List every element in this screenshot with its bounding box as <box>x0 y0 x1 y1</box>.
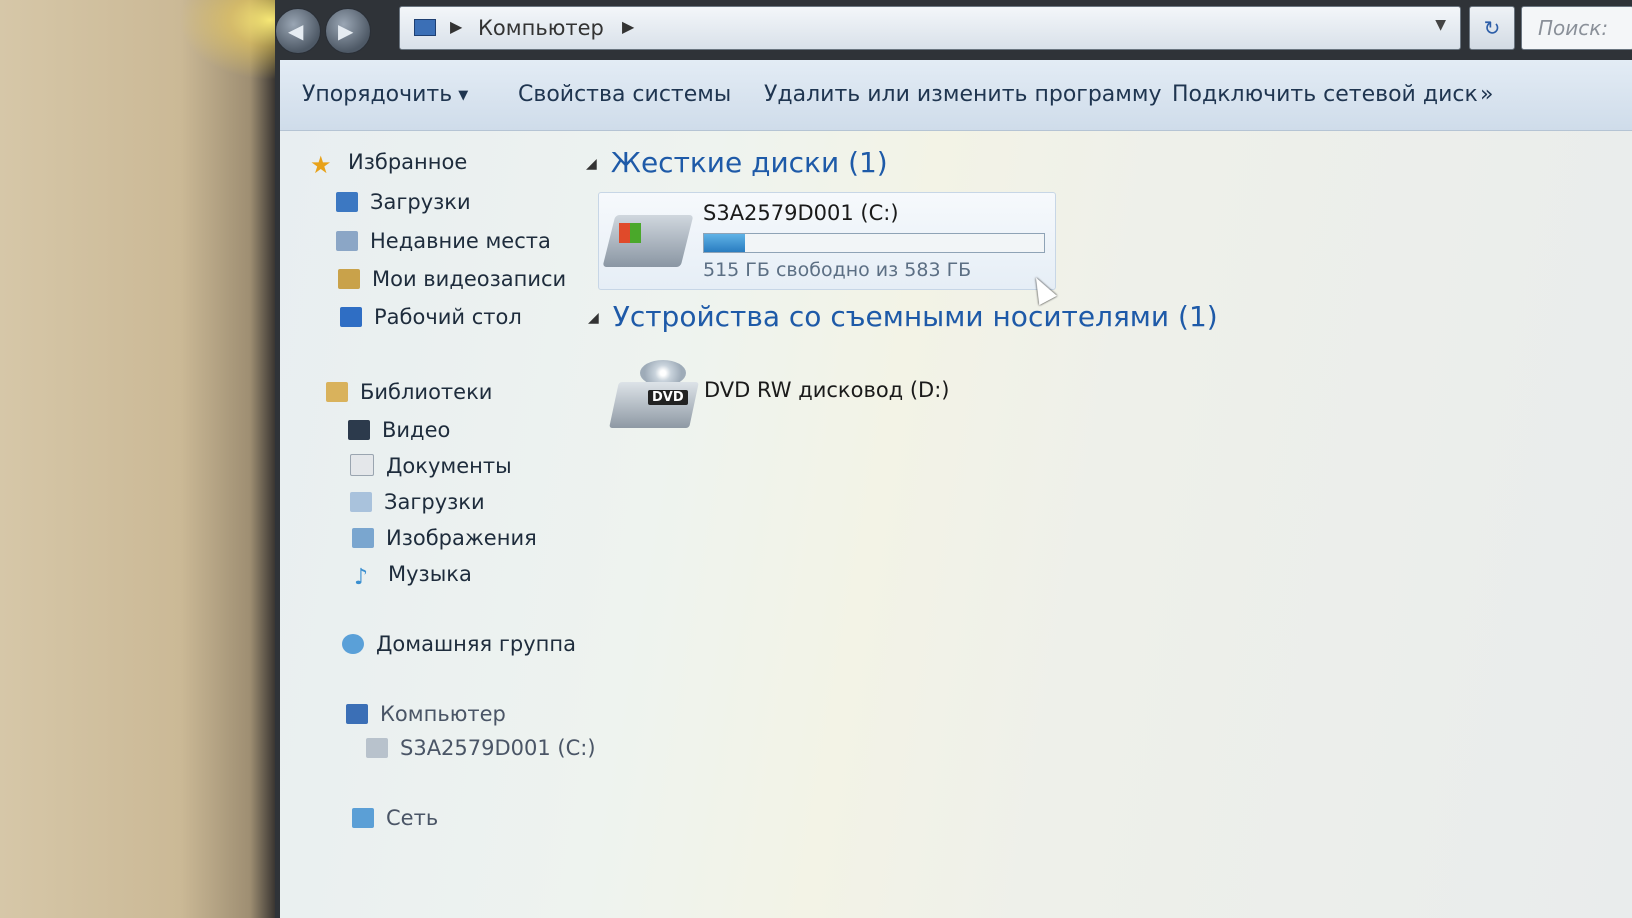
star-icon: ★ <box>310 151 332 179</box>
map-network-drive-button[interactable]: Подключить сетевой диск <box>1172 82 1478 107</box>
group-title: Жесткие диски (1) <box>610 146 888 179</box>
nav-lib-music[interactable]: ♪ Музыка <box>354 562 472 590</box>
video-library-icon <box>348 420 370 440</box>
images-icon <box>352 528 374 548</box>
navigation-pane: ★ Избранное Загрузки Недавние места Мои в… <box>280 130 596 918</box>
nav-label: Избранное <box>348 150 468 174</box>
nav-label: Изображения <box>386 526 537 550</box>
desktop-icon <box>340 307 362 327</box>
nav-label: Видео <box>382 418 451 442</box>
collapse-triangle-icon[interactable]: ◢ <box>586 156 597 172</box>
nav-computer[interactable]: Компьютер <box>346 702 506 726</box>
refresh-icon: ↻ <box>1483 16 1501 40</box>
forward-arrow-icon: ▶ <box>338 19 354 43</box>
nav-lib-video[interactable]: Видео <box>348 418 450 442</box>
nav-label: S3A2579D001 (C:) <box>400 736 596 760</box>
nav-drive-c[interactable]: S3A2579D001 (C:) <box>366 736 596 760</box>
drive-c-usage-bar <box>703 233 1045 253</box>
downloads-folder-icon <box>336 192 358 212</box>
breadcrumb-computer[interactable]: Компьютер <box>478 16 604 40</box>
videos-folder-icon <box>338 269 360 289</box>
nav-homegroup[interactable]: Домашняя группа <box>342 632 576 656</box>
drive-c-tile[interactable]: S3A2579D001 (C:) 515 ГБ свободно из 583 … <box>598 192 1056 290</box>
windows-logo-icon <box>618 223 641 243</box>
downloads-library-icon <box>350 492 372 512</box>
nav-downloads[interactable]: Загрузки <box>336 190 471 214</box>
search-box[interactable]: Поиск: <box>1521 6 1632 50</box>
nav-label: Сеть <box>386 806 439 830</box>
drive-c-usage-fill <box>704 234 745 252</box>
back-arrow-icon: ◀ <box>288 19 304 43</box>
nav-label: Загрузки <box>384 490 485 514</box>
more-commands-button[interactable]: » <box>1480 82 1493 107</box>
system-properties-button[interactable]: Свойства системы <box>518 82 731 107</box>
dvd-tray-icon <box>609 382 699 428</box>
address-bar[interactable]: ▶ Компьютер ▶ ▼ <box>399 6 1461 50</box>
drive-c-name: S3A2579D001 (C:) <box>703 201 899 225</box>
nav-favorites[interactable]: ★ Избранное <box>310 150 468 179</box>
chevron-down-icon: ▼ <box>458 87 469 103</box>
nav-label: Документы <box>386 454 512 478</box>
refresh-button[interactable]: ↻ <box>1469 6 1515 50</box>
breadcrumb-chevron-icon[interactable]: ▶ <box>622 17 634 36</box>
dvd-drive-icon[interactable]: DVD <box>609 360 699 430</box>
music-note-icon: ♪ <box>354 565 369 590</box>
computer-icon <box>346 704 368 724</box>
drive-c-free-space: 515 ГБ свободно из 583 ГБ <box>703 259 972 281</box>
nav-label: Компьютер <box>380 702 506 726</box>
breadcrumb-chevron-icon[interactable]: ▶ <box>450 17 462 36</box>
computer-icon <box>414 19 436 36</box>
nav-network[interactable]: Сеть <box>352 806 438 830</box>
windows-drive-icon <box>602 215 694 267</box>
nav-recent-places[interactable]: Недавние места <box>336 229 551 253</box>
uninstall-program-button[interactable]: Удалить или изменить программу <box>764 82 1162 107</box>
nav-label: Музыка <box>388 562 472 586</box>
dvd-drive-name[interactable]: DVD RW дисковод (D:) <box>704 378 950 402</box>
network-icon <box>352 808 374 828</box>
documents-icon <box>350 454 374 476</box>
group-removable[interactable]: ◢ Устройства со съемными носителями (1) <box>588 300 1218 333</box>
hard-drive-icon <box>366 738 388 758</box>
nav-label: Недавние места <box>370 229 551 253</box>
group-title: Устройства со съемными носителями (1) <box>612 300 1218 333</box>
organize-button[interactable]: Упорядочить ▼ <box>302 82 468 107</box>
command-bar: Упорядочить ▼ Свойства системы Удалить ил… <box>280 60 1632 131</box>
nav-my-videos[interactable]: Мои видеозаписи <box>338 267 566 291</box>
forward-button[interactable]: ▶ <box>325 8 371 54</box>
nav-lib-images[interactable]: Изображения <box>352 526 537 550</box>
back-button[interactable]: ◀ <box>275 8 321 54</box>
recent-places-icon <box>336 231 358 251</box>
nav-label: Мои видеозаписи <box>372 267 567 291</box>
libraries-icon <box>326 382 348 402</box>
nav-lib-documents[interactable]: Документы <box>350 454 512 478</box>
search-placeholder: Поиск: <box>1538 16 1609 40</box>
group-hard-disks[interactable]: ◢ Жесткие диски (1) <box>586 146 888 179</box>
organize-label: Упорядочить <box>302 82 453 107</box>
nav-lib-downloads[interactable]: Загрузки <box>350 490 485 514</box>
nav-label: Загрузки <box>370 190 471 214</box>
nav-libraries[interactable]: Библиотеки <box>326 380 492 404</box>
nav-label: Рабочий стол <box>374 305 522 329</box>
nav-label: Домашняя группа <box>376 632 576 656</box>
nav-desktop[interactable]: Рабочий стол <box>340 305 522 329</box>
explorer-window: Упорядочить ▼ Свойства системы Удалить ил… <box>280 60 1632 918</box>
nav-label: Библиотеки <box>360 380 493 404</box>
collapse-triangle-icon[interactable]: ◢ <box>588 310 599 326</box>
address-dropdown-icon[interactable]: ▼ <box>1435 17 1446 33</box>
homegroup-icon <box>342 634 364 654</box>
dvd-badge: DVD <box>648 390 688 405</box>
